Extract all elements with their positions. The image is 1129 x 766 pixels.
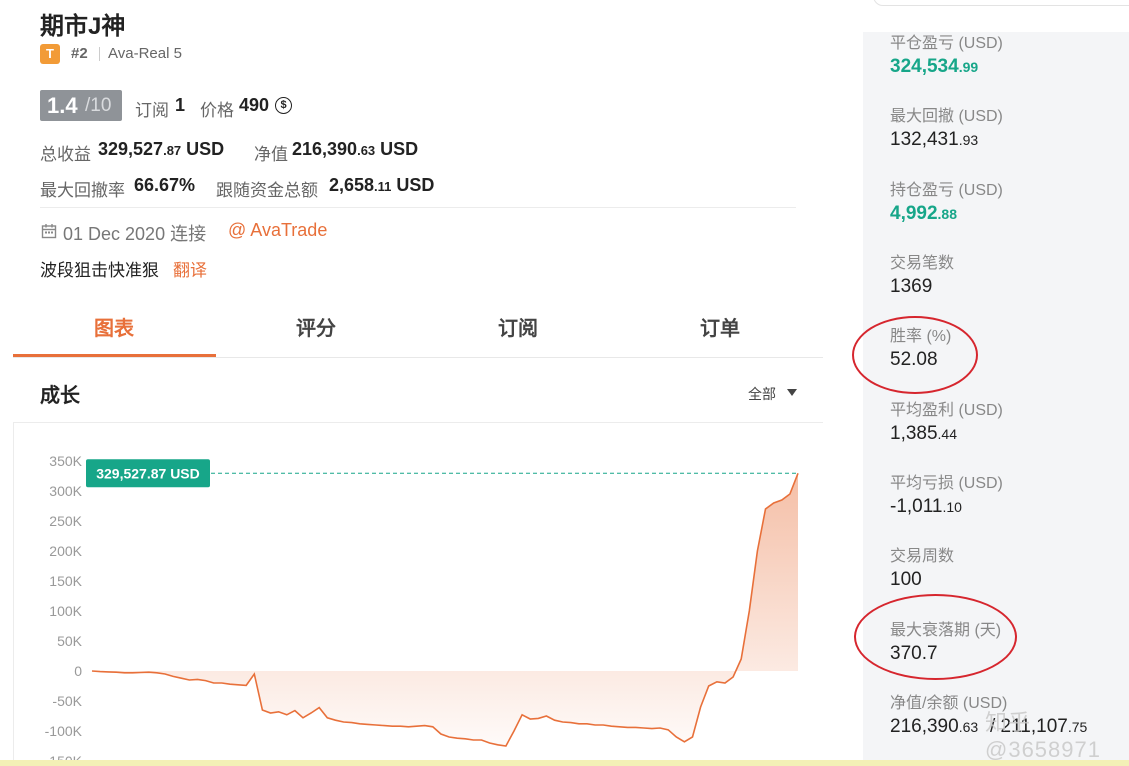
stat-value: 216,390.63 (890, 716, 979, 737)
follow-funds-value: 2,658.11 USD (329, 175, 435, 195)
y-tick-label: 0 (74, 663, 82, 679)
total-profit-label: 总收益 (40, 145, 91, 164)
range-filter-dropdown[interactable]: 全部 (748, 384, 776, 404)
stat-label: 最大回撤 (USD) (890, 108, 1003, 125)
subscribe-count: 1 (175, 95, 186, 115)
right-search-pill[interactable] (873, 0, 1129, 6)
total-profit-value: 329,527.87 USD (98, 139, 225, 159)
growth-area-fill (92, 473, 798, 746)
y-tick-label: 200K (49, 543, 82, 559)
price-value: 490 (239, 95, 270, 115)
coin-icon: $ (275, 97, 292, 114)
rank-divider (99, 47, 100, 61)
price-label: 价格 (200, 101, 234, 120)
growth-header: 成长 全部 (13, 359, 823, 423)
stat-value: 324,534.99 (890, 56, 979, 77)
win-rate-highlight-circle (852, 316, 978, 394)
stat-value: 1,385.44 (890, 423, 958, 444)
stat-value: 100 (890, 569, 922, 590)
tab-rating[interactable]: 评分 (215, 312, 417, 341)
y-tick-label: -100K (45, 723, 83, 739)
stat-label: 交易笔数 (890, 255, 955, 272)
stat-label: 平仓盈亏 (USD) (890, 35, 1003, 52)
growth-chart: 350K300K250K200K150K100K50K0-50K-100K-15… (45, 453, 799, 766)
follow-funds-label: 跟随资金总额 (216, 181, 318, 200)
stat-label: 平均盈利 (USD) (890, 402, 1003, 419)
current-value-label: 329,527.87 USD (96, 465, 200, 481)
y-tick-label: 250K (49, 513, 82, 529)
tab-subscribe[interactable]: 订阅 (417, 312, 619, 341)
broker-link[interactable]: @ AvaTrade (228, 220, 327, 241)
stat-value: 4,992.88 (890, 203, 958, 224)
connect-date: 01 Dec 2020 连接 (63, 224, 207, 244)
y-tick-label: 300K (49, 483, 82, 499)
bottom-strip (0, 760, 1129, 766)
stat-label: 平均亏损 (USD) (890, 475, 1003, 492)
y-tick-label: 100K (49, 603, 82, 619)
stat-label: 持仓盈亏 (USD) (890, 182, 1003, 199)
trader-type-badge: T (40, 44, 60, 64)
tab-chart[interactable]: 图表 (13, 312, 215, 341)
detail-tabs: 图表 评分 订阅 订单 (13, 300, 823, 358)
max-decline-highlight-circle (854, 594, 1017, 680)
caret-down-icon[interactable] (787, 389, 797, 396)
section-divider (40, 207, 796, 208)
subscribe-label: 订阅 (135, 101, 169, 120)
score-badge: 1.4 /10 (40, 90, 122, 121)
trader-rank: #2 (71, 45, 88, 62)
calendar-icon (41, 224, 57, 239)
y-tick-label: 350K (49, 453, 82, 469)
trader-server: Ava-Real 5 (108, 45, 182, 62)
max-drawdown-label: 最大回撤率 (40, 181, 125, 200)
translate-link[interactable]: 翻译 (173, 256, 207, 281)
stat-value: -1,011.10 (890, 496, 962, 517)
trader-name: 期市J神 (40, 13, 126, 40)
growth-title: 成长 (40, 385, 80, 407)
trader-detail-panel: 期市J神 T #2 Ava-Real 5 1.4 /10 订阅 1 价格 490… (0, 0, 823, 766)
active-tab-indicator (13, 354, 216, 357)
equity-value: 216,390.63 USD (292, 139, 419, 159)
score-value: 1.4 (47, 93, 78, 118)
score-max: /10 (85, 95, 112, 116)
stat-value: 1369 (890, 276, 933, 297)
stat-label: 交易周数 (890, 548, 955, 565)
y-tick-label: 150K (49, 573, 82, 589)
y-tick-label: -50K (52, 693, 82, 709)
strategy-description: 波段狙击快准狠 (40, 261, 159, 280)
watermark: 知乎 @3658971 (985, 710, 1101, 762)
max-drawdown-value: 66.67% (134, 175, 196, 195)
growth-chart-frame: 350K300K250K200K150K100K50K0-50K-100K-15… (13, 423, 823, 766)
y-tick-label: 50K (57, 633, 83, 649)
tab-orders[interactable]: 订单 (619, 312, 821, 341)
stat-value: 132,431.93 (890, 129, 979, 150)
equity-label: 净值 (254, 145, 288, 164)
